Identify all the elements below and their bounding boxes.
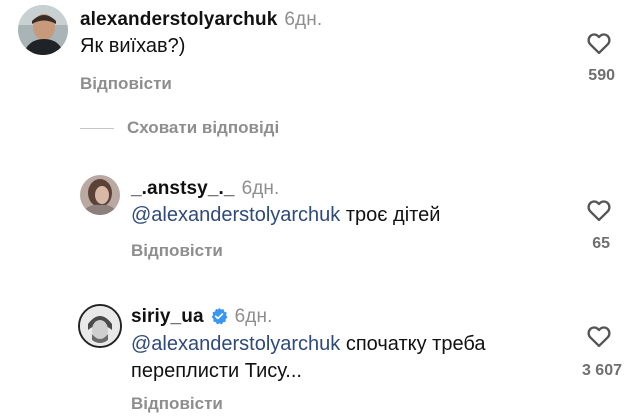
heart-outline-icon[interactable] xyxy=(584,196,614,224)
like-count: 65 xyxy=(592,235,610,252)
mention-link[interactable]: @alexanderstolyarchuk xyxy=(131,333,340,355)
reply-text-body: троє дітей xyxy=(340,204,441,226)
heart-outline-icon[interactable] xyxy=(584,29,614,57)
verified-badge-icon xyxy=(211,307,228,325)
avatar[interactable] xyxy=(80,175,120,215)
avatar[interactable] xyxy=(78,304,122,348)
username-text[interactable]: alexanderstolyarchuk xyxy=(80,9,277,30)
reply-button[interactable]: Відповісти xyxy=(131,394,223,414)
divider xyxy=(80,128,114,129)
avatar[interactable] xyxy=(18,5,68,55)
comment-username[interactable]: alexanderstolyarchuk 6дн. xyxy=(80,9,322,31)
mention-link[interactable]: @alexanderstolyarchuk xyxy=(131,204,340,226)
like-count: 3 607 xyxy=(581,362,622,379)
reply-text-body: спочатку треба xyxy=(340,333,486,355)
like-count: 590 xyxy=(588,67,615,84)
reply-text-body: переплисти Тису... xyxy=(131,360,302,382)
reply-username[interactable]: siriy_ua 6дн. xyxy=(131,306,272,328)
reply-time: 6дн. xyxy=(234,306,273,327)
reply-time: 6дн. xyxy=(241,178,280,199)
hide-replies-button[interactable]: Сховати відповіді xyxy=(127,118,279,138)
username-text[interactable]: _.anstsy_._ xyxy=(131,178,235,199)
reply-text: @alexanderstolyarchuk троє дітей xyxy=(131,202,440,229)
comments-thread: alexanderstolyarchuk 6дн. Як виїхав?) Від… xyxy=(0,0,640,416)
reply-username[interactable]: _.anstsy_._ 6дн. xyxy=(131,178,279,200)
reply-button[interactable]: Відповісти xyxy=(80,74,172,94)
reply-text: @alexanderstolyarchuk спочатку треба пер… xyxy=(131,331,551,385)
heart-outline-icon[interactable] xyxy=(584,322,614,350)
reply-button[interactable]: Відповісти xyxy=(131,241,223,261)
comment-time: 6дн. xyxy=(284,9,323,30)
username-text[interactable]: siriy_ua xyxy=(131,306,204,327)
comment-text: Як виїхав?) xyxy=(80,35,186,57)
